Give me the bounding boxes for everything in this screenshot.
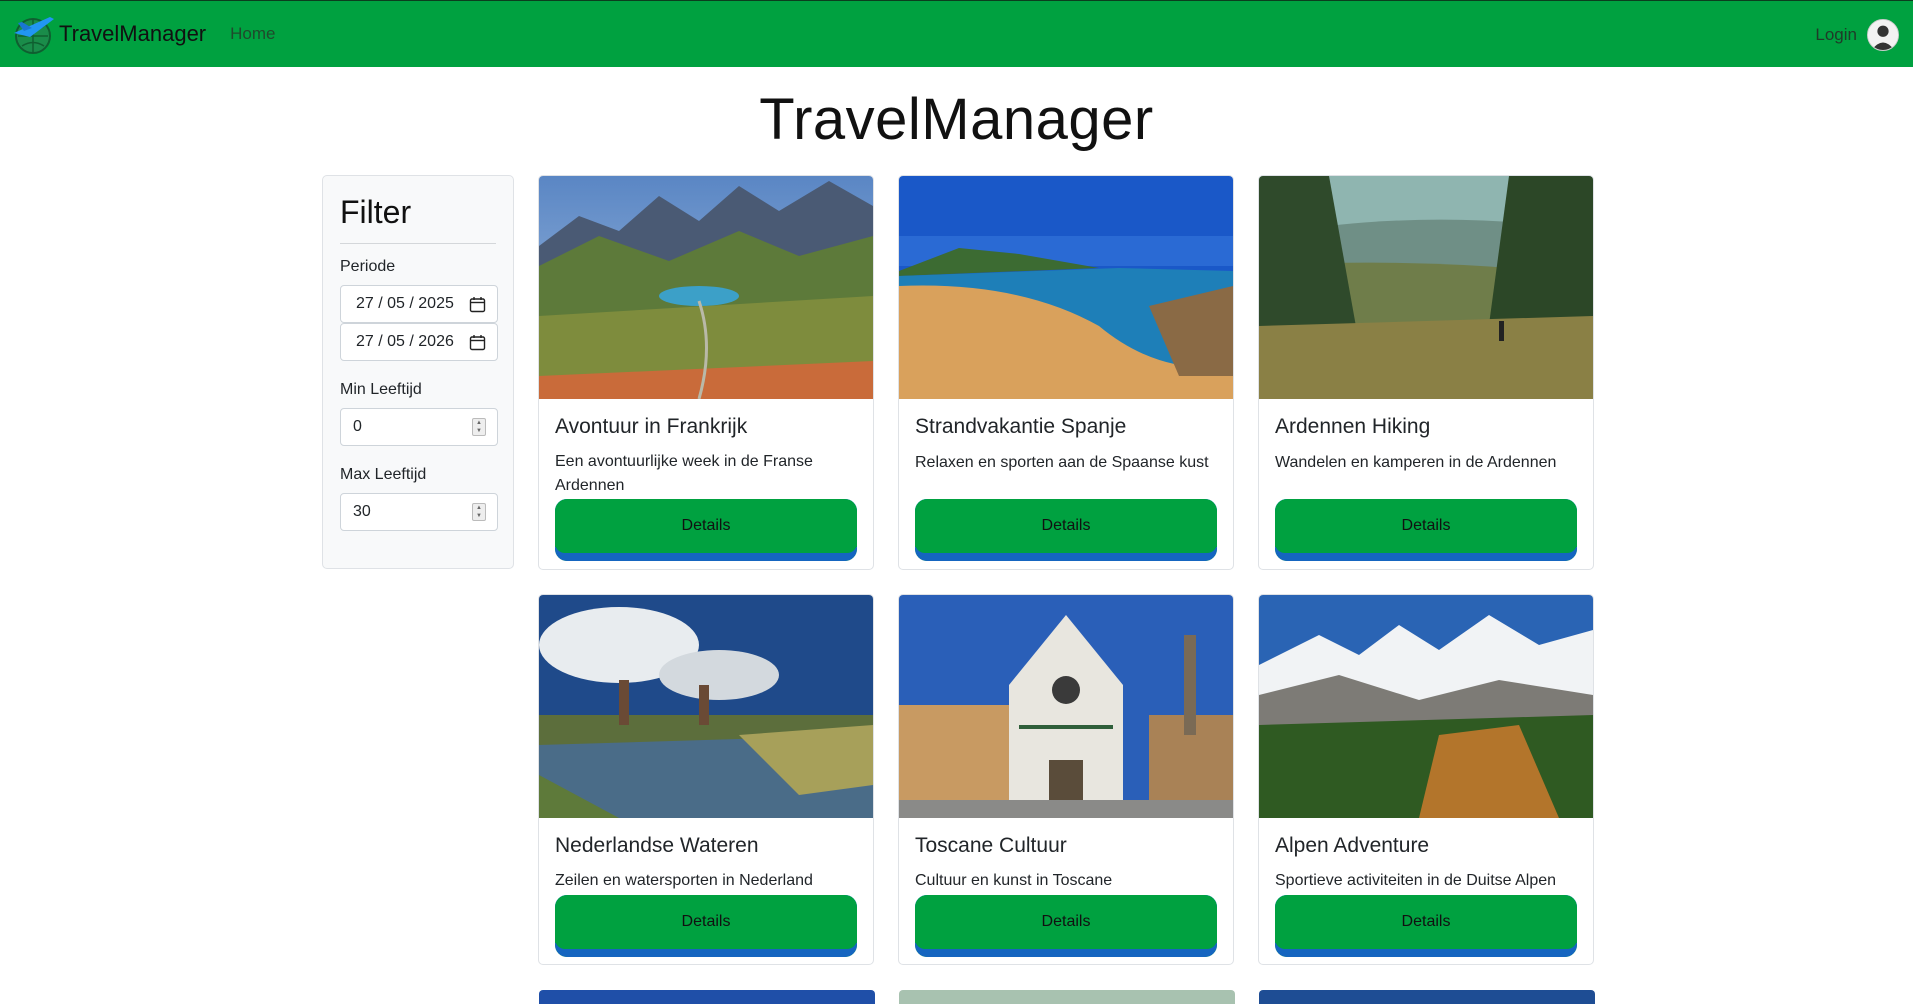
nav-home-link[interactable]: Home xyxy=(230,24,275,44)
brand[interactable]: TravelManager xyxy=(10,11,206,57)
date-to-field[interactable]: 27 / 05 / 2026 xyxy=(340,323,498,361)
navbar: TravelManager Home Login xyxy=(0,0,1913,67)
max-age-value: 30 xyxy=(353,503,371,520)
trip-card: Strandvakantie Spanje Relaxen en sporten… xyxy=(898,175,1234,570)
spinner-up-icon[interactable]: ▲ xyxy=(473,504,485,512)
login-link[interactable]: Login xyxy=(1815,25,1857,45)
details-button-label: Details xyxy=(1275,895,1577,949)
trip-title: Avontuur in Frankrijk xyxy=(555,415,748,438)
trip-card: Ardennen Hiking Wandelen en kamperen in … xyxy=(1258,175,1594,570)
globe-plane-logo-icon xyxy=(14,17,54,54)
filter-title: Filter xyxy=(340,194,496,244)
details-button[interactable]: Details xyxy=(555,499,857,561)
beach-bay-photo xyxy=(899,176,1233,399)
periode-label: Periode xyxy=(340,258,396,275)
date-from-value: 27 / 05 / 2025 xyxy=(356,295,454,312)
trip-title: Strandvakantie Spanje xyxy=(915,415,1127,438)
next-row-card-image xyxy=(539,990,875,1004)
trip-title: Ardennen Hiking xyxy=(1275,415,1431,438)
trip-card: Nederlandse Wateren Zeilen en watersport… xyxy=(538,594,874,965)
filter-panel: Filter Periode 27 / 05 / 2025 27 / 05 / … xyxy=(322,175,514,569)
forest-hiker-photo xyxy=(1259,176,1593,399)
details-button-label: Details xyxy=(555,895,857,949)
min-age-value: 0 xyxy=(353,418,362,435)
details-button-label: Details xyxy=(1275,499,1577,553)
trip-title: Alpen Adventure xyxy=(1275,834,1430,857)
details-button-label: Details xyxy=(915,499,1217,553)
trip-description: Een avontuurlijke week in de Franse Arde… xyxy=(555,453,813,494)
min-age-label: Min Leeftijd xyxy=(340,381,422,398)
max-age-input[interactable]: 30 ▲ ▼ xyxy=(340,493,498,531)
login-area[interactable]: Login xyxy=(1815,1,1899,68)
details-button-label: Details xyxy=(555,499,857,553)
trip-title: Toscane Cultuur xyxy=(915,834,1067,857)
calendar-icon[interactable] xyxy=(469,296,486,313)
trip-description: Cultuur en kunst in Toscane xyxy=(915,872,1113,889)
details-button[interactable]: Details xyxy=(915,499,1217,561)
min-age-input[interactable]: 0 ▲ ▼ xyxy=(340,408,498,446)
spinner-down-icon[interactable]: ▼ xyxy=(473,427,485,435)
details-button-label: Details xyxy=(915,895,1217,949)
calendar-icon[interactable] xyxy=(469,334,486,351)
user-avatar-icon[interactable] xyxy=(1867,18,1899,51)
windmill-canal-photo xyxy=(539,595,873,818)
trip-title: Nederlandse Wateren xyxy=(555,834,759,857)
min-age-spinner[interactable]: ▲ ▼ xyxy=(472,418,486,436)
brand-name: TravelManager xyxy=(59,21,207,46)
next-row-card-image xyxy=(1259,990,1595,1004)
trip-description: Wandelen en kamperen in de Ardennen xyxy=(1275,454,1557,471)
church-facade-photo xyxy=(899,595,1233,818)
spinner-down-icon[interactable]: ▼ xyxy=(473,512,485,520)
alpine-peaks-photo xyxy=(1259,595,1593,818)
details-button[interactable]: Details xyxy=(1275,895,1577,957)
trip-card: Toscane Cultuur Cultuur en kunst in Tosc… xyxy=(898,594,1234,965)
next-row-card-image xyxy=(899,990,1235,1004)
max-age-spinner[interactable]: ▲ ▼ xyxy=(472,503,486,521)
page-title: TravelManager xyxy=(759,87,1154,152)
details-button[interactable]: Details xyxy=(555,895,857,957)
trip-description: Relaxen en sporten aan de Spaanse kust xyxy=(915,454,1209,471)
max-age-label: Max Leeftijd xyxy=(340,466,427,483)
details-button[interactable]: Details xyxy=(915,895,1217,957)
details-button[interactable]: Details xyxy=(1275,499,1577,561)
date-from-field[interactable]: 27 / 05 / 2025 xyxy=(340,285,498,323)
trip-description: Zeilen en watersporten in Nederland xyxy=(555,872,813,889)
mountain-valley-photo xyxy=(539,176,873,399)
date-to-value: 27 / 05 / 2026 xyxy=(356,333,454,350)
trip-description: Sportieve activiteiten in de Duitse Alpe… xyxy=(1275,872,1557,889)
trip-card: Alpen Adventure Sportieve activiteiten i… xyxy=(1258,594,1594,965)
trip-card: Avontuur in Frankrijk Een avontuurlijke … xyxy=(538,175,874,570)
spinner-up-icon[interactable]: ▲ xyxy=(473,419,485,427)
